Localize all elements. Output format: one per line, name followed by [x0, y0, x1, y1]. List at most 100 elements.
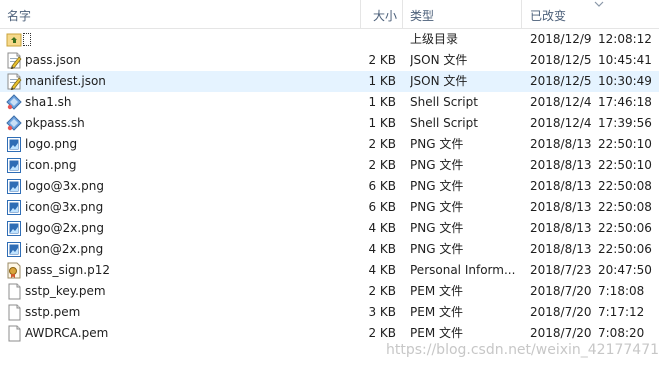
blank-file-icon: [6, 325, 22, 342]
file-row[interactable]: 上级目录 2018/12/9 12:08:12: [0, 29, 659, 50]
file-type: PEM 文件: [410, 305, 463, 319]
file-name: manifest.json: [25, 74, 106, 88]
file-name: icon.png: [25, 158, 77, 172]
file-type: 上级目录: [410, 32, 459, 46]
column-header-date[interactable]: 已改变: [530, 7, 566, 25]
file-size: 1 KB: [368, 74, 396, 88]
file-row[interactable]: sstp.pem 3 KB PEM 文件 2018/7/20 7:17:12: [0, 302, 659, 323]
file-time: 22:50:06: [598, 221, 652, 235]
file-type: JSON 文件: [410, 53, 468, 67]
file-row[interactable]: logo@2x.png 4 KB PNG 文件 2018/8/13 22:50:06: [0, 218, 659, 239]
file-date: 2018/12/4: [530, 95, 592, 109]
file-size: 4 KB: [368, 242, 396, 256]
file-date: 2018/12/5: [530, 53, 592, 67]
file-type: PNG 文件: [410, 242, 464, 256]
png-file-icon: [6, 157, 22, 174]
png-file-icon: [6, 199, 22, 216]
file-name: logo@3x.png: [25, 179, 105, 193]
file-row[interactable]: icon@2x.png 4 KB PNG 文件 2018/8/13 22:50:06: [0, 239, 659, 260]
file-date: 2018/8/13: [530, 221, 592, 235]
file-name: sstp_key.pem: [25, 284, 106, 298]
file-date: 2018/12/9: [530, 32, 592, 46]
shell-script-icon: [6, 94, 22, 111]
file-type: PNG 文件: [410, 158, 464, 172]
file-row[interactable]: icon@3x.png 6 KB PNG 文件 2018/8/13 22:50:08: [0, 197, 659, 218]
file-type: PNG 文件: [410, 137, 464, 151]
file-size: 2 KB: [368, 53, 396, 67]
file-date: 2018/7/20: [530, 305, 592, 319]
file-type: Shell Script: [410, 116, 478, 130]
file-size: 2 KB: [368, 137, 396, 151]
file-row[interactable]: pass_sign.p12 4 KB Personal Inform... 2018/…: [0, 260, 659, 281]
file-time: 22:50:10: [598, 158, 652, 172]
file-name: sha1.sh: [25, 95, 72, 109]
file-type: JSON 文件: [410, 74, 468, 88]
file-size: 1 KB: [368, 95, 396, 109]
file-time: 7:18:08: [598, 284, 645, 298]
file-row[interactable]: AWDRCA.pem 2 KB PEM 文件 2018/7/20 7:08:20: [0, 323, 659, 344]
file-time: 10:30:49: [598, 74, 652, 88]
column-divider[interactable]: [360, 0, 361, 28]
file-name: pass_sign.p12: [25, 263, 110, 277]
file-size: 2 KB: [368, 284, 396, 298]
file-row[interactable]: manifest.json 1 KB JSON 文件 2018/12/5 10:30:4…: [0, 71, 659, 92]
file-name: icon@2x.png: [25, 242, 104, 256]
parent-folder-icon: [6, 31, 22, 48]
file-size: 6 KB: [368, 179, 396, 193]
png-file-icon: [6, 220, 22, 237]
file-row[interactable]: sstp_key.pem 2 KB PEM 文件 2018/7/20 7:18:08: [0, 281, 659, 302]
file-row[interactable]: sha1.sh 1 KB Shell Script 2018/12/4 17:46:18: [0, 92, 659, 113]
file-size: 2 KB: [368, 326, 396, 340]
file-time: 7:08:20: [598, 326, 645, 340]
blank-file-icon: [6, 283, 22, 300]
file-name: icon@3x.png: [25, 200, 104, 214]
certificate-file-icon: [6, 262, 22, 279]
file-list: 上级目录 2018/12/9 12:08:12 pass.json 2 KB JSON 文…: [0, 29, 659, 344]
file-size: 4 KB: [368, 263, 396, 277]
file-row[interactable]: logo@3x.png 6 KB PNG 文件 2018/8/13 22:50:08: [0, 176, 659, 197]
file-type: PNG 文件: [410, 179, 464, 193]
file-time: 20:47:50: [598, 263, 652, 277]
file-size: 1 KB: [368, 116, 396, 130]
file-name: logo.png: [25, 137, 78, 151]
file-date: 2018/8/13: [530, 242, 592, 256]
file-row[interactable]: pkpass.sh 1 KB Shell Script 2018/12/4 17:39:…: [0, 113, 659, 134]
file-size: 3 KB: [368, 305, 396, 319]
column-divider[interactable]: [402, 0, 403, 28]
file-name: pkpass.sh: [25, 116, 85, 130]
file-date: 2018/7/20: [530, 284, 592, 298]
focus-rectangle: [23, 33, 31, 46]
file-time: 17:39:56: [598, 116, 652, 130]
file-size: 4 KB: [368, 221, 396, 235]
file-name: sstp.pem: [25, 305, 81, 319]
file-type: PEM 文件: [410, 284, 463, 298]
file-date: 2018/8/13: [530, 158, 592, 172]
file-date: 2018/8/13: [530, 137, 592, 151]
file-type: PNG 文件: [410, 221, 464, 235]
file-time: 22:50:06: [598, 242, 652, 256]
column-header-type[interactable]: 类型: [410, 7, 434, 25]
blank-file-icon: [6, 304, 22, 321]
column-header-size[interactable]: 大小: [373, 7, 397, 25]
sort-descending-icon: [594, 1, 604, 7]
watermark: https://blog.csdn.net/weixin_42177471: [386, 342, 659, 358]
file-name: logo@2x.png: [25, 221, 105, 235]
file-size: 2 KB: [368, 158, 396, 172]
file-time: 7:17:12: [598, 305, 645, 319]
file-type: PEM 文件: [410, 326, 463, 340]
file-date: 2018/12/5: [530, 74, 592, 88]
file-row[interactable]: pass.json 2 KB JSON 文件 2018/12/5 10:45:41: [0, 50, 659, 71]
file-type: PNG 文件: [410, 200, 464, 214]
file-row[interactable]: icon.png 2 KB PNG 文件 2018/8/13 22:50:10: [0, 155, 659, 176]
file-row[interactable]: logo.png 2 KB PNG 文件 2018/8/13 22:50:10: [0, 134, 659, 155]
column-divider[interactable]: [521, 0, 522, 28]
file-name: AWDRCA.pem: [25, 326, 109, 340]
file-size: 6 KB: [368, 200, 396, 214]
column-header-name[interactable]: 名字: [7, 7, 31, 25]
file-time: 12:08:12: [598, 32, 652, 46]
file-time: 22:50:10: [598, 137, 652, 151]
file-date: 2018/7/20: [530, 326, 592, 340]
file-type: Shell Script: [410, 95, 478, 109]
file-time: 22:50:08: [598, 200, 652, 214]
file-time: 17:46:18: [598, 95, 652, 109]
